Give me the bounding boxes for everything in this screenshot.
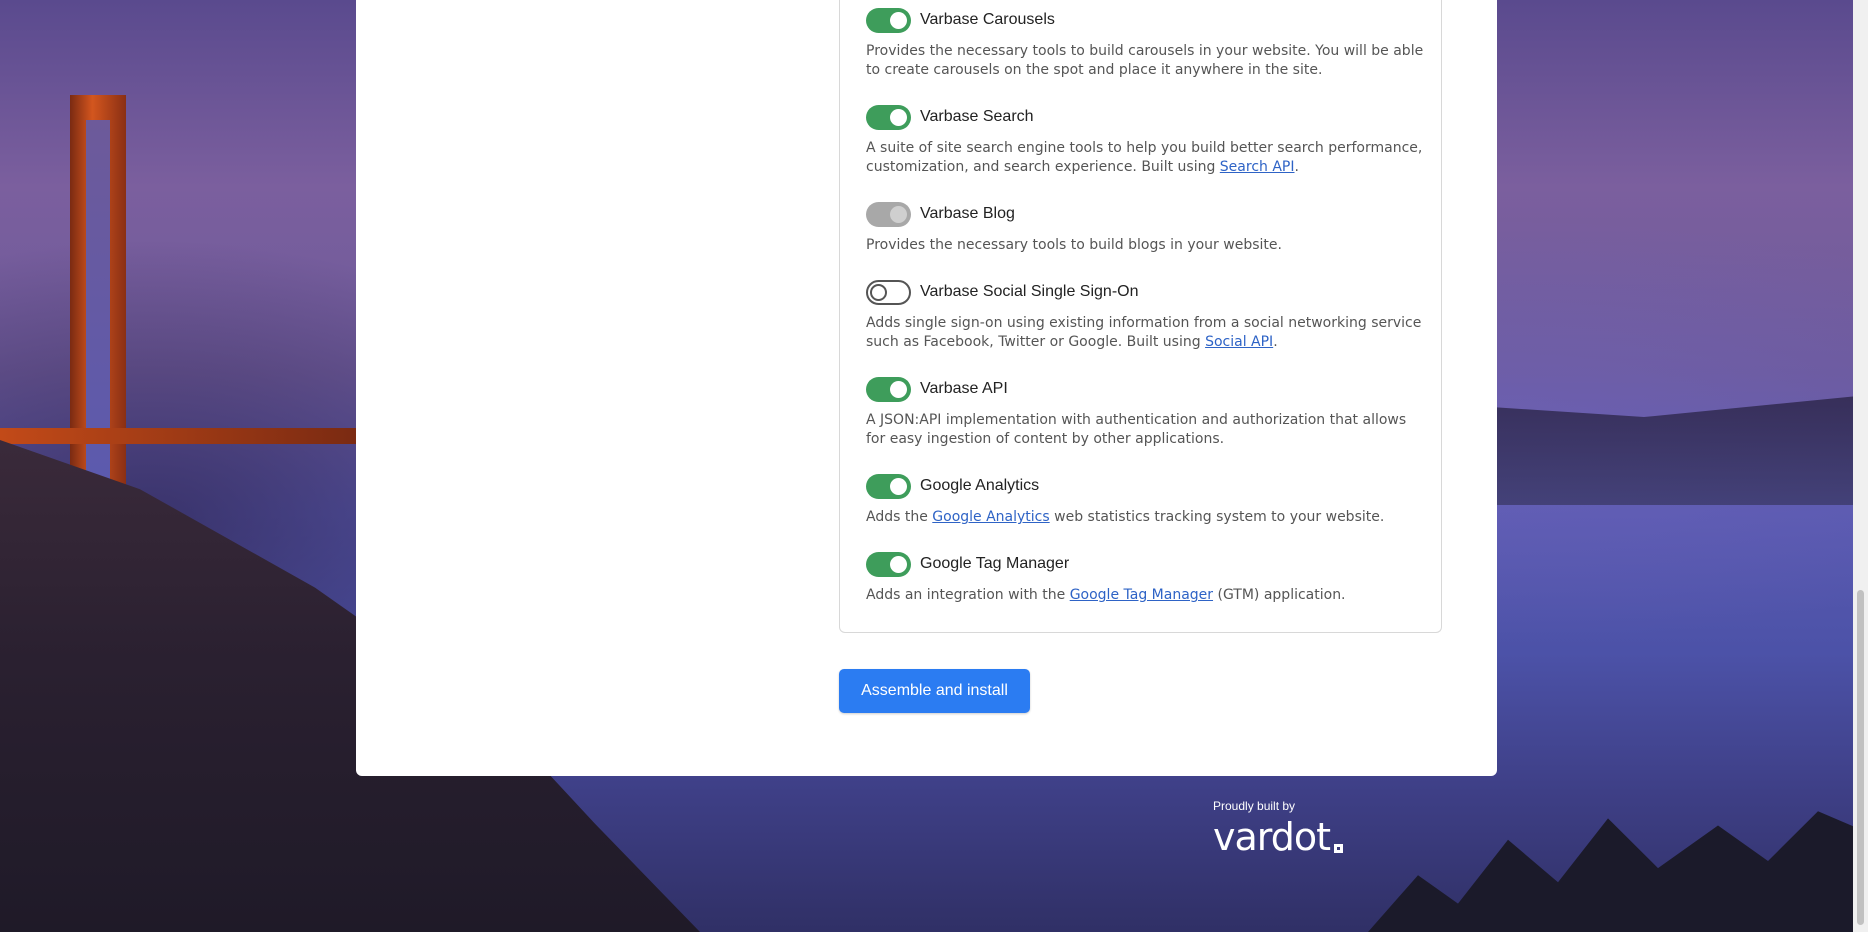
feature-google-analytics: Google Analytics Adds the Google Analyti… — [866, 472, 1426, 527]
description-text-after: (GTM) application. — [1213, 587, 1346, 603]
feature-toggle[interactable] — [866, 473, 911, 499]
google-tag-manager-link[interactable]: Google Tag Manager — [1070, 587, 1213, 603]
toggle-knob — [890, 477, 907, 495]
vardot-logo-text: vardot — [1213, 815, 1331, 859]
feature-toggle[interactable] — [866, 104, 911, 130]
toggle-knob — [890, 380, 907, 398]
feature-title: Varbase Search — [920, 108, 1034, 125]
feature-toggle[interactable] — [866, 376, 911, 402]
scrollbar-thumb[interactable] — [1857, 590, 1864, 925]
description-text: Provides the necessary tools to build ca… — [866, 43, 1424, 78]
page-scrollbar[interactable] — [1853, 0, 1868, 932]
feature-description: Provides the necessary tools to build ca… — [866, 42, 1426, 80]
assemble-and-install-button[interactable]: Assemble and install — [839, 669, 1030, 713]
search-api-link[interactable]: Search API — [1220, 159, 1295, 175]
description-text-after: web statistics tracking system to your w… — [1049, 509, 1385, 525]
feature-title: Google Tag Manager — [920, 555, 1070, 572]
description-text: Adds the — [866, 509, 933, 525]
bridge-deck — [0, 428, 360, 444]
toggle-knob — [890, 555, 907, 573]
logo-square-icon — [1334, 844, 1343, 853]
toggle-knob — [890, 108, 907, 126]
description-text: A suite of site search engine tools to h… — [866, 140, 1423, 175]
google-analytics-link[interactable]: Google Analytics — [932, 509, 1049, 525]
feature-description: Adds the Google Analytics web statistics… — [866, 508, 1426, 527]
feature-google-tag-manager: Google Tag Manager Adds an integration w… — [866, 550, 1426, 605]
feature-title: Google Analytics — [920, 477, 1040, 494]
description-text-after: . — [1273, 334, 1278, 350]
feature-toggle[interactable] — [866, 551, 911, 577]
vardot-logo[interactable]: vardot — [1213, 815, 1343, 859]
feature-title: Varbase API — [920, 380, 1008, 397]
description-text: A JSON:API implementation with authentic… — [866, 412, 1407, 447]
description-text: Adds an integration with the — [866, 587, 1070, 603]
feature-varbase-carousels: Varbase Carousels Provides the necessary… — [866, 6, 1426, 80]
feature-varbase-api: Varbase API A JSON:API implementation wi… — [866, 375, 1426, 449]
built-by-label: Proudly built by — [1213, 799, 1296, 813]
feature-toggle[interactable] — [866, 7, 911, 33]
feature-description: Adds an integration with the Google Tag … — [866, 586, 1426, 605]
feature-toggle[interactable] — [866, 201, 911, 227]
social-api-link[interactable]: Social API — [1205, 334, 1273, 350]
feature-varbase-search: Varbase Search A suite of site search en… — [866, 103, 1426, 177]
description-text-after: . — [1294, 159, 1299, 175]
feature-description: Provides the necessary tools to build bl… — [866, 236, 1426, 255]
feature-varbase-blog: Varbase Blog Provides the necessary tool… — [866, 200, 1426, 255]
feature-title: Varbase Blog — [920, 205, 1015, 222]
feature-title: Varbase Carousels — [920, 11, 1055, 28]
toggle-knob — [890, 205, 907, 223]
feature-description: A JSON:API implementation with authentic… — [866, 411, 1426, 449]
toggle-knob — [870, 283, 887, 301]
feature-varbase-social-sso: Varbase Social Single Sign-On Adds singl… — [866, 278, 1426, 352]
feature-description: A suite of site search engine tools to h… — [866, 139, 1426, 177]
feature-description: Adds single sign-on using existing infor… — [866, 314, 1426, 352]
toggle-knob — [890, 11, 907, 29]
description-text: Adds single sign-on using existing infor… — [866, 315, 1422, 350]
footer-credit: Proudly built by vardot — [1213, 799, 1343, 859]
bridge-tower-gap — [86, 120, 110, 520]
description-text: Provides the necessary tools to build bl… — [866, 237, 1282, 253]
feature-title: Varbase Social Single Sign-On — [920, 283, 1139, 300]
feature-toggle[interactable] — [866, 279, 911, 305]
